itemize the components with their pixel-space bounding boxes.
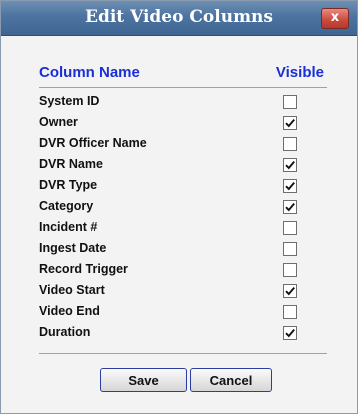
column-label: Video Start xyxy=(39,283,105,297)
visible-checkbox[interactable] xyxy=(283,95,297,109)
column-row-video-end: Video End xyxy=(39,302,327,323)
column-label: Video End xyxy=(39,304,100,318)
visible-checkbox-checked[interactable] xyxy=(283,179,297,193)
visible-checkbox-checked[interactable] xyxy=(283,200,297,214)
dialog-title-bar: Edit Video Columns x xyxy=(1,1,357,36)
visible-checkbox[interactable] xyxy=(283,221,297,235)
column-label: Owner xyxy=(39,115,78,129)
column-row-video-start: Video Start xyxy=(39,281,327,302)
close-button[interactable]: x xyxy=(321,8,349,29)
close-icon: x xyxy=(330,10,340,25)
column-label: System ID xyxy=(39,94,100,108)
visible-checkbox[interactable] xyxy=(283,305,297,319)
header-divider xyxy=(39,87,327,88)
column-row-category: Category xyxy=(39,197,327,218)
cancel-button[interactable]: Cancel xyxy=(190,368,272,392)
column-label: Category xyxy=(39,199,94,213)
checkmark-icon xyxy=(285,202,295,212)
column-label: Incident # xyxy=(39,220,98,234)
column-label: Ingest Date xyxy=(39,241,107,255)
visible-checkbox-checked[interactable] xyxy=(283,158,297,172)
visible-header: Visible xyxy=(275,64,324,81)
save-button[interactable]: Save xyxy=(100,368,187,392)
checkmark-icon xyxy=(285,160,295,170)
column-row-ingest-date: Ingest Date xyxy=(39,239,327,260)
visible-checkbox[interactable] xyxy=(283,137,297,151)
checkmark-icon xyxy=(285,181,295,191)
column-row-dvr-type: DVR Type xyxy=(39,176,327,197)
checkmark-icon xyxy=(285,328,295,338)
checkmark-icon xyxy=(285,118,295,128)
column-label: Record Trigger xyxy=(39,262,128,276)
column-label: Duration xyxy=(39,325,91,339)
column-row-dvr-officer-name: DVR Officer Name xyxy=(39,134,327,155)
column-row-duration: Duration xyxy=(39,323,327,344)
visible-checkbox[interactable] xyxy=(283,263,297,277)
column-row-owner: Owner xyxy=(39,113,327,134)
column-label: DVR Name xyxy=(39,157,103,171)
visible-checkbox[interactable] xyxy=(283,242,297,256)
visible-checkbox-checked[interactable] xyxy=(283,326,297,340)
column-label: DVR Officer Name xyxy=(39,136,147,150)
dialog-title: Edit Video Columns xyxy=(85,7,273,27)
column-row-incident-number: Incident # xyxy=(39,218,327,239)
column-label: DVR Type xyxy=(39,178,98,192)
column-row-record-trigger: Record Trigger xyxy=(39,260,327,281)
table-header: Column Name Visible xyxy=(39,64,324,84)
edit-video-columns-dialog: Edit Video Columns x Column Name Visible… xyxy=(0,0,358,414)
footer-divider xyxy=(39,353,327,354)
column-name-header: Column Name xyxy=(39,64,140,81)
column-list: System ID Owner DVR Officer Name DVR Nam… xyxy=(39,92,327,344)
visible-checkbox-checked[interactable] xyxy=(283,284,297,298)
column-row-system-id: System ID xyxy=(39,92,327,113)
visible-checkbox-checked[interactable] xyxy=(283,116,297,130)
checkmark-icon xyxy=(285,286,295,296)
column-row-dvr-name: DVR Name xyxy=(39,155,327,176)
